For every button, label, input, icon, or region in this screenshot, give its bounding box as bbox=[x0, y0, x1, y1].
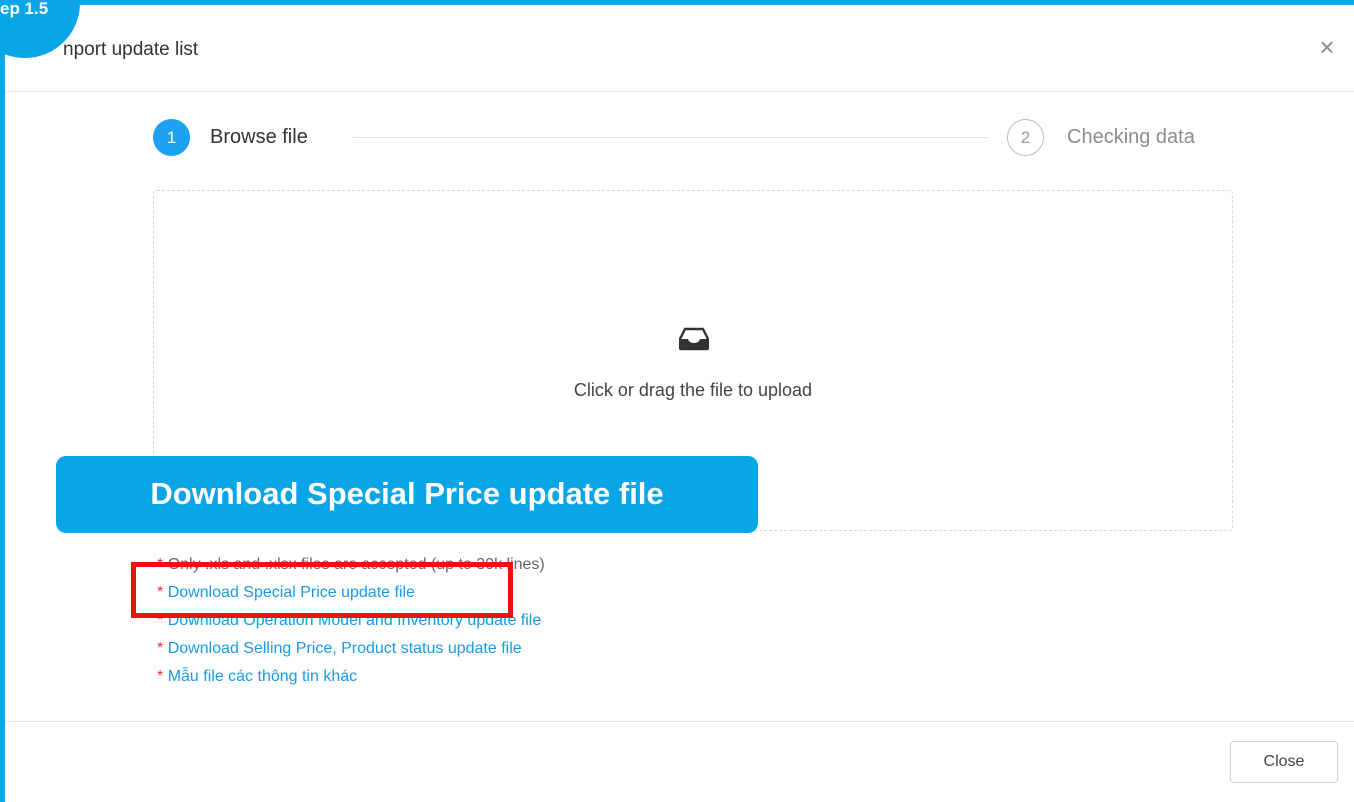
step-number-2: 2 bbox=[1007, 119, 1044, 156]
required-star: * bbox=[157, 556, 164, 573]
close-icon[interactable]: × bbox=[1315, 34, 1339, 60]
note-link-row: * Mẫu file các thông tin khác bbox=[157, 663, 545, 691]
required-star: * bbox=[157, 640, 164, 657]
required-star: * bbox=[157, 612, 164, 629]
callout-text: Download Special Price update file bbox=[150, 476, 664, 511]
note-accepted-text: Only .xls and .xlsx files are accepted (… bbox=[167, 556, 545, 573]
dropzone-text: Click or drag the file to upload bbox=[573, 380, 813, 400]
note-link-row: * Download Operation Model and Inventory… bbox=[157, 607, 545, 635]
step-number-1: 1 bbox=[153, 119, 190, 156]
file-notes: * Only .xls and .xlsx files are accepted… bbox=[157, 551, 545, 691]
step-label-checking-data: Checking data bbox=[1067, 126, 1195, 148]
step-label-browse-file: Browse file bbox=[210, 126, 308, 148]
modal-title: nport update list bbox=[63, 39, 199, 60]
note-link-row: * Download Selling Price, Product status… bbox=[157, 635, 545, 663]
step-connector bbox=[353, 137, 988, 138]
modal-header: nport update list × bbox=[5, 5, 1354, 92]
modal-footer: Close bbox=[5, 721, 1354, 802]
download-special-price-link[interactable]: Download Special Price update file bbox=[168, 584, 415, 601]
close-button[interactable]: Close bbox=[1230, 741, 1338, 783]
step-badge-label: ep 1.5 bbox=[0, 0, 49, 18]
required-star: * bbox=[157, 584, 164, 601]
callout-banner: Download Special Price update file bbox=[56, 456, 758, 533]
steps-indicator: 1 Browse file 2 Checking data bbox=[153, 119, 1233, 157]
required-star: * bbox=[157, 668, 164, 685]
note-accepted-formats: * Only .xls and .xlsx files are accepted… bbox=[157, 551, 545, 579]
other-info-template-link[interactable]: Mẫu file các thông tin khác bbox=[168, 668, 357, 685]
inbox-icon bbox=[679, 327, 709, 351]
note-link-row: * Download Special Price update file bbox=[157, 579, 545, 607]
download-operation-model-link[interactable]: Download Operation Model and Inventory u… bbox=[168, 612, 542, 629]
download-selling-price-link[interactable]: Download Selling Price, Product status u… bbox=[168, 640, 522, 657]
